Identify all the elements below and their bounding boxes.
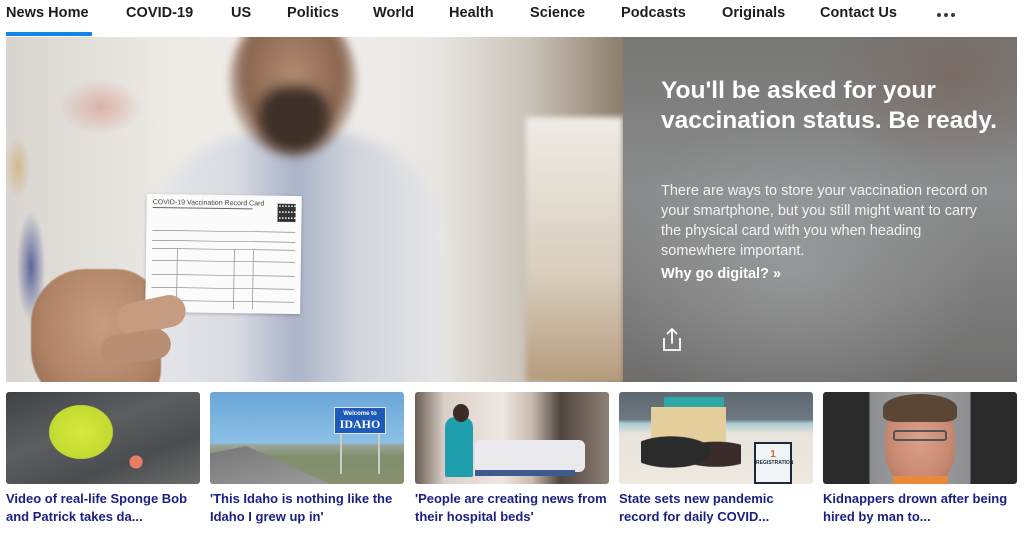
hero-headline[interactable]: You'll be asked for your vaccination sta… bbox=[661, 76, 1001, 136]
ellipsis-icon bbox=[951, 13, 955, 17]
hair bbox=[883, 394, 957, 422]
why-go-digital-link[interactable]: Why go digital? » bbox=[661, 266, 781, 282]
nav-item-science[interactable]: Science bbox=[530, 5, 585, 21]
story-headline[interactable]: Kidnappers drown after being hired by ma… bbox=[823, 490, 1017, 526]
story-thumbnail-sponge[interactable] bbox=[6, 392, 200, 484]
sign-pole bbox=[340, 434, 342, 474]
glasses bbox=[893, 430, 947, 441]
more-menu-button[interactable] bbox=[936, 4, 956, 22]
share-button[interactable] bbox=[660, 326, 684, 354]
story-thumbnail-row: Video of real-life Sponge Bob and Patric… bbox=[6, 392, 1017, 532]
nav-item-podcasts[interactable]: Podcasts bbox=[621, 5, 686, 21]
story-headline[interactable]: 'People are creating news from their hos… bbox=[415, 490, 609, 526]
story-thumbnail-beach-registration[interactable]: 1 REGISTRATION bbox=[619, 392, 813, 484]
story-thumbnail-hospital[interactable] bbox=[415, 392, 609, 484]
ellipsis-icon bbox=[944, 13, 948, 17]
person-beard bbox=[259, 87, 329, 152]
ellipsis-icon bbox=[937, 13, 941, 17]
sign-pole bbox=[378, 434, 380, 474]
story-card[interactable]: Video of real-life Sponge Bob and Patric… bbox=[6, 392, 200, 526]
road bbox=[210, 446, 330, 484]
qr-code-icon bbox=[277, 203, 296, 223]
story-headline[interactable]: State sets new pandemic record for daily… bbox=[619, 490, 813, 526]
registration-sign-number: 1 bbox=[770, 449, 776, 460]
nav-item-contact-us[interactable]: Contact Us bbox=[820, 5, 897, 21]
orange-shirt bbox=[893, 476, 948, 484]
story-card[interactable]: 'People are creating news from their hos… bbox=[415, 392, 609, 526]
hero-story[interactable]: COVID-19 Vaccination Record Card You'll … bbox=[6, 37, 1017, 382]
nav-item-world[interactable]: World bbox=[373, 5, 414, 21]
welcome-sign-state: IDAHO bbox=[339, 417, 381, 431]
nav-item-originals[interactable]: Originals bbox=[722, 5, 785, 21]
hero-image: COVID-19 Vaccination Record Card bbox=[6, 37, 623, 382]
vaccination-card-title: COVID-19 Vaccination Record Card bbox=[152, 199, 265, 210]
hero-text-panel: You'll be asked for your vaccination sta… bbox=[623, 37, 1017, 382]
story-headline[interactable]: Video of real-life Sponge Bob and Patric… bbox=[6, 490, 200, 526]
story-thumbnail-idaho[interactable]: Welcome to IDAHO bbox=[210, 392, 404, 484]
people-group bbox=[641, 434, 741, 479]
story-card[interactable]: Welcome to IDAHO 'This Idaho is nothing … bbox=[210, 392, 404, 526]
worker-head bbox=[453, 404, 469, 422]
story-card[interactable]: Kidnappers drown after being hired by ma… bbox=[823, 392, 1017, 526]
registration-sign-text: REGISTRATION bbox=[756, 460, 794, 466]
hero-summary: There are ways to store your vaccination… bbox=[661, 183, 988, 259]
healthcare-worker bbox=[445, 417, 473, 477]
welcome-sign: Welcome to IDAHO bbox=[334, 407, 386, 434]
story-headline[interactable]: 'This Idaho is nothing like the Idaho I … bbox=[210, 490, 404, 526]
nav-item-health[interactable]: Health bbox=[449, 5, 494, 21]
registration-sign: 1 REGISTRATION bbox=[754, 442, 794, 484]
nav-item-politics[interactable]: Politics bbox=[287, 5, 339, 21]
hospital-bed bbox=[475, 440, 585, 472]
active-tab-indicator bbox=[6, 32, 92, 36]
story-thumbnail-mugshot[interactable] bbox=[823, 392, 1017, 484]
top-navigation: News Home COVID-19 US Politics World Hea… bbox=[0, 0, 1024, 37]
background-shelf bbox=[526, 117, 623, 382]
story-card[interactable]: 1 REGISTRATION State sets new pandemic r… bbox=[619, 392, 813, 526]
hospital-bed-base bbox=[475, 470, 575, 476]
nav-item-covid-19[interactable]: COVID-19 bbox=[126, 5, 193, 21]
nav-item-news-home[interactable]: News Home bbox=[6, 5, 89, 21]
share-icon bbox=[663, 328, 681, 351]
nav-item-us[interactable]: US bbox=[231, 5, 251, 21]
